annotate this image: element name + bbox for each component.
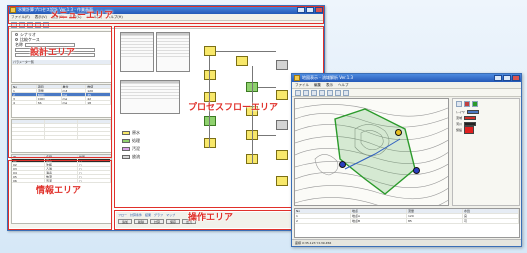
- layer-swatch[interactable]: [466, 110, 479, 114]
- layer-panel: レイヤ 流域 河川 施設: [452, 98, 520, 206]
- site-marker[interactable]: [413, 167, 420, 174]
- layer-label: レイヤ: [456, 110, 465, 114]
- map-status-bar: 座標 X:35.123 Y:139.456: [292, 239, 521, 246]
- site-list-cell: 120: [407, 214, 463, 218]
- map-close-button[interactable]: [512, 75, 520, 81]
- map-menu-help[interactable]: ヘルプ: [338, 82, 349, 88]
- layer-icon[interactable]: [456, 101, 462, 107]
- map-window: 地図表示 - 流域解析 Ver.1.3 ファイル 編集 表示 ヘルプ レイヤ 流…: [291, 73, 522, 247]
- site-list-cell: 85: [407, 219, 463, 223]
- save-map-icon[interactable]: [303, 90, 309, 96]
- map-app-icon: [294, 75, 300, 81]
- layer-swatch[interactable]: [464, 116, 477, 120]
- site-list-header-cell: 地点: [351, 209, 407, 213]
- zoom-in-icon[interactable]: [319, 90, 325, 96]
- map-maximize-button[interactable]: [503, 75, 511, 81]
- grid-icon[interactable]: [472, 101, 478, 107]
- map-window-title: 地図表示 - 流域解析 Ver.1.3: [302, 75, 354, 80]
- operation-area-label: 操作エリア: [188, 213, 234, 223]
- layer-icons-row: [453, 99, 519, 109]
- map-toolbar: [292, 89, 521, 97]
- layer-label: 施設: [456, 128, 463, 132]
- menu-area-label: メニューエリア: [50, 11, 114, 21]
- map-minimize-button[interactable]: [494, 75, 502, 81]
- info-area-label: 情報エリア: [36, 186, 82, 196]
- site-list-cell: 可: [463, 219, 519, 223]
- site-list-cell: 1: [295, 214, 351, 218]
- layer-label: 流域: [456, 116, 463, 120]
- site-list-cell: 良: [463, 214, 519, 218]
- site-list-cell: 地点A: [351, 214, 407, 218]
- pan-hand-icon[interactable]: [335, 90, 341, 96]
- site-marker[interactable]: [395, 129, 402, 136]
- map-menubar: ファイル 編集 表示 ヘルプ: [292, 82, 521, 89]
- layer-row[interactable]: 施設: [453, 126, 519, 134]
- site-list-cell: 2: [295, 219, 351, 223]
- map-menu-view[interactable]: 表示: [326, 82, 333, 88]
- site-marker[interactable]: [339, 161, 346, 168]
- process-flow-area-label: プロセスフローエリア: [188, 103, 279, 113]
- open-map-icon[interactable]: [295, 90, 301, 96]
- map-menu-file[interactable]: ファイル: [295, 82, 309, 88]
- layer-swatch[interactable]: [464, 126, 475, 134]
- map-canvas[interactable]: [294, 98, 449, 206]
- fill-icon[interactable]: [464, 101, 470, 107]
- site-list-header-cell: No: [295, 209, 351, 213]
- site-list-row[interactable]: 2 地点B 85 可: [295, 219, 519, 224]
- watershed-polygon[interactable]: [334, 108, 416, 195]
- design-area-label: 設計エリア: [30, 48, 76, 58]
- measure-icon[interactable]: [343, 90, 349, 96]
- site-list-header-cell: 水質: [463, 209, 519, 213]
- site-list-cell: 地点B: [351, 219, 407, 223]
- map-titlebar[interactable]: 地図表示 - 流域解析 Ver.1.3: [292, 74, 521, 82]
- layer-label: 河川: [456, 122, 463, 126]
- map-menu-edit[interactable]: 編集: [314, 82, 321, 88]
- select-arrow-icon[interactable]: [311, 90, 317, 96]
- contour-map: [295, 104, 448, 205]
- site-list: No 地点 流量 水質 1 地点A 120 良 2 地点B 85 可: [294, 208, 520, 238]
- zoom-out-icon[interactable]: [327, 90, 333, 96]
- site-list-header-cell: 流量: [407, 209, 463, 213]
